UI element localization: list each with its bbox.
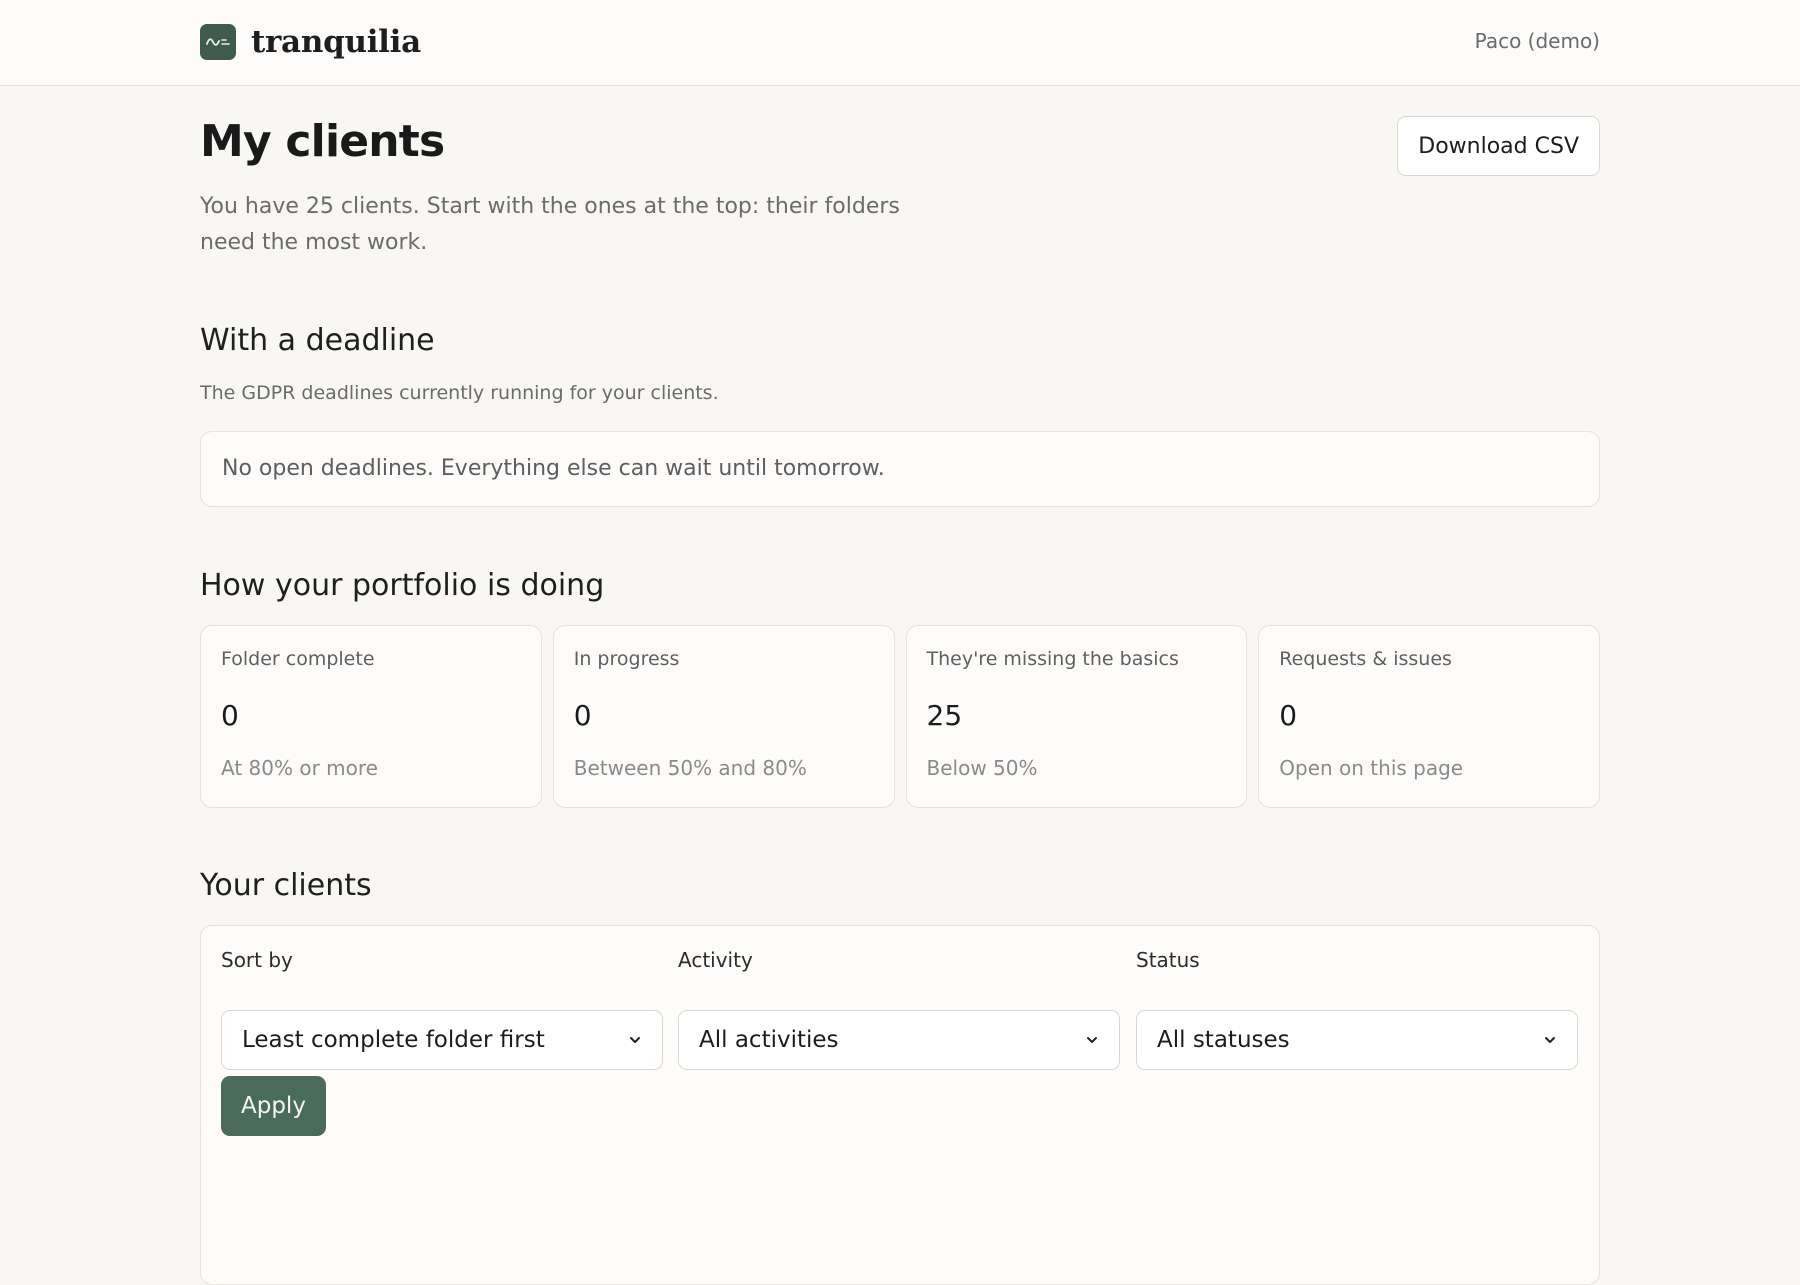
filter-label: Activity	[678, 948, 753, 972]
stat-card-folder-complete: Folder complete 0 At 80% or more	[200, 625, 542, 808]
status-select[interactable]: All statuses	[1136, 1010, 1578, 1070]
sort-select[interactable]: Least complete folder first	[221, 1010, 663, 1070]
filter-label: Sort by	[221, 948, 293, 972]
stat-label: They're missing the basics	[926, 648, 1179, 670]
stat-note: At 80% or more	[221, 756, 378, 780]
user-menu[interactable]: Paco (demo)	[1475, 29, 1600, 53]
select-value: Least complete folder first	[242, 1027, 545, 1053]
portfolio-heading: How your portfolio is doing	[200, 568, 605, 603]
clients-heading: Your clients	[200, 868, 372, 903]
deadlines-subtitle: The GDPR deadlines currently running for…	[200, 382, 719, 404]
chevron-down-icon	[630, 1037, 640, 1043]
stat-card-requests-issues: Requests & issues 0 Open on this page	[1258, 625, 1600, 808]
activity-select[interactable]: All activities	[678, 1010, 1120, 1070]
stat-card-in-progress: In progress 0 Between 50% and 80%	[552, 625, 895, 808]
deadlines-heading: With a deadline	[200, 323, 435, 358]
stat-label: Folder complete	[221, 648, 375, 670]
select-value: All activities	[699, 1027, 839, 1053]
portfolio-stats: Folder complete 0 At 80% or more In prog…	[200, 625, 1600, 808]
page-title: My clients	[200, 116, 445, 167]
apply-button[interactable]: Apply	[221, 1076, 326, 1136]
top-bar: tranquilia Paco (demo)	[0, 0, 1800, 86]
stat-label: Requests & issues	[1279, 648, 1452, 670]
clients-filters-panel: Sort by Least complete folder first Acti…	[200, 925, 1600, 1285]
deadlines-empty-panel: No open deadlines. Everything else can w…	[200, 431, 1600, 507]
stat-label: In progress	[573, 648, 680, 670]
stat-value: 0	[1279, 699, 1298, 732]
brand-name: tranquilia	[251, 24, 421, 60]
stat-note: Between 50% and 80%	[573, 756, 807, 780]
stat-value: 0	[573, 699, 592, 732]
filter-activity: Activity All activities	[678, 948, 1120, 1070]
stat-note: Open on this page	[1279, 756, 1464, 780]
download-csv-button[interactable]: Download CSV	[1397, 116, 1600, 176]
logo-wave-icon	[200, 24, 236, 60]
brand[interactable]: tranquilia	[200, 24, 421, 60]
stat-card-missing-basics: They're missing the basics 25 Below 50%	[905, 625, 1248, 808]
chevron-down-icon	[1087, 1037, 1097, 1043]
chevron-down-icon	[1545, 1037, 1555, 1043]
stat-value: 0	[221, 699, 239, 732]
page-intro: You have 25 clients. Start with the ones…	[200, 194, 900, 255]
stat-value: 25	[926, 699, 963, 732]
filter-label: Status	[1136, 948, 1200, 972]
stat-note: Below 50%	[926, 756, 1038, 780]
filter-status: Status All statuses	[1136, 948, 1578, 1070]
deadlines-empty-message: No open deadlines. Everything else can w…	[222, 456, 885, 481]
filter-sort: Sort by Least complete folder first	[221, 948, 663, 1070]
select-value: All statuses	[1157, 1027, 1290, 1053]
